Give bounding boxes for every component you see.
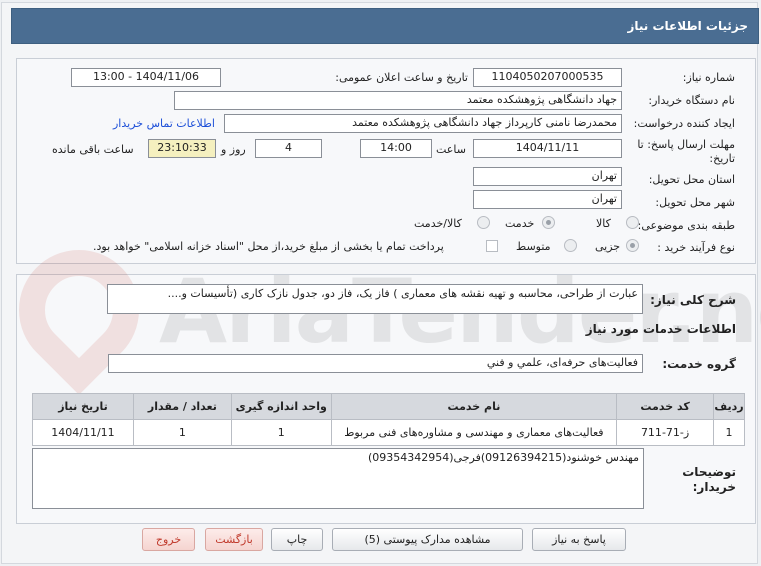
service-group-label: گروه خدمت: <box>663 357 737 371</box>
exit-button[interactable]: خروج <box>143 528 196 551</box>
process-label: نوع فرآیند خرید : <box>658 241 736 254</box>
services-table-header: ردیف کد خدمت نام خدمت واحد اندازه گیری ت… <box>33 393 746 420</box>
column-header-name: نام خدمت <box>331 393 619 420</box>
column-header-code: کد خدمت <box>617 393 716 420</box>
city-label: شهر محل تحویل: <box>656 196 736 209</box>
category-label: طبقه بندی موضوعی: <box>638 219 736 232</box>
treasury-payment-note: پرداخت تمام یا بخشی از مبلغ خرید،از محل … <box>94 240 445 253</box>
province-field[interactable]: تهران <box>474 167 623 186</box>
reply-button[interactable]: پاسخ به نیاز <box>533 528 627 551</box>
services-table: ردیف کد خدمت نام خدمت واحد اندازه گیری ت… <box>33 393 746 446</box>
city-field[interactable]: تهران <box>474 190 623 209</box>
category-radio-service[interactable] <box>543 216 556 229</box>
time-label: ساعت <box>437 143 467 156</box>
process-radio-minor[interactable] <box>627 239 640 252</box>
category-radio-goods-service[interactable] <box>478 216 491 229</box>
creator-field[interactable]: محمدرضا نامنی کارپرداز جهاد دانشگاهی پژو… <box>225 114 623 133</box>
description-field[interactable]: عبارت از طراحی، محاسبه و تهیه نقشه های م… <box>108 284 644 314</box>
deadline-date-field[interactable]: 1404/11/11 <box>474 139 623 158</box>
buyer-contact-link[interactable]: اطلاعات تماس خریدار <box>114 117 216 130</box>
cell-row-number: 1 <box>714 419 746 446</box>
back-button[interactable]: بازگشت <box>206 528 264 551</box>
print-button[interactable]: چاپ <box>272 528 324 551</box>
buyer-notes-field[interactable]: مهندس خوشنود(09126394215)فرجی(0935434295… <box>33 448 645 509</box>
category-option-service: خدمت <box>506 217 536 230</box>
buyer-org-field[interactable]: جهاد دانشگاهی پژوهشکده معتمد <box>175 91 623 110</box>
need-number-field[interactable]: 1104050207000535 <box>474 68 623 87</box>
column-header-unit: واحد اندازه گیری <box>231 393 333 420</box>
deadline-date-label: تاریخ: <box>710 152 736 165</box>
category-option-goods: کالا <box>597 217 612 230</box>
column-header-quantity: تعداد / مقدار <box>133 393 233 420</box>
table-row[interactable]: 1 ز-71-711 فعالیت‌های معماری و مهندسی و … <box>33 419 746 446</box>
buyer-notes-label-2: خریدار: <box>693 480 737 494</box>
treasury-payment-checkbox[interactable] <box>487 240 499 252</box>
cell-service-name: فعالیت‌های معماری و مهندسی و مشاوره‌های … <box>331 419 619 446</box>
column-header-row: ردیف <box>714 393 746 420</box>
deadline-label: مهلت ارسال پاسخ: تا <box>638 138 736 151</box>
announce-label: تاریخ و ساعت اعلان عمومی: <box>336 71 469 84</box>
days-field[interactable]: 4 <box>256 139 323 158</box>
service-group-field[interactable]: فعالیت‌های حرفه‌ای، علمي و فني <box>109 354 644 373</box>
buyer-org-label: نام دستگاه خریدار: <box>649 94 736 107</box>
process-option-medium: متوسط <box>517 240 552 253</box>
announce-field[interactable]: 1404/11/06 - 13:00 <box>72 68 222 87</box>
creator-label: ایجاد کننده درخواست: <box>634 117 736 130</box>
need-info-panel <box>17 58 757 264</box>
category-option-goods-service: کالا/خدمت <box>415 217 463 230</box>
remaining-label: ساعت باقی مانده <box>53 143 135 156</box>
column-header-date: تاریخ نیاز <box>33 393 135 420</box>
description-label: شرح کلی نیاز: <box>651 293 737 307</box>
days-label: روز و <box>222 143 247 156</box>
category-radio-goods[interactable] <box>627 216 640 229</box>
services-section-title: اطلاعات خدمات مورد نیاز <box>586 322 737 336</box>
view-attachments-button[interactable]: مشاهده مدارک پیوستی (5) <box>333 528 524 551</box>
page-title: جزئیات اطلاعات نیاز <box>628 19 749 33</box>
process-radio-medium[interactable] <box>565 239 578 252</box>
cell-quantity: 1 <box>133 419 233 446</box>
page-header: جزئیات اطلاعات نیاز <box>12 8 760 44</box>
process-option-minor: جزیی <box>596 240 622 253</box>
need-number-label: شماره نیاز: <box>683 71 736 84</box>
cell-need-date: 1404/11/11 <box>33 419 135 446</box>
cell-service-code: ز-71-711 <box>617 419 716 446</box>
remaining-time-field: 23:10:33 <box>149 139 217 158</box>
deadline-time-field[interactable]: 14:00 <box>361 139 433 158</box>
province-label: استان محل تحویل: <box>649 173 736 186</box>
buyer-notes-label: توضیحات <box>683 465 737 479</box>
cell-unit: 1 <box>231 419 333 446</box>
